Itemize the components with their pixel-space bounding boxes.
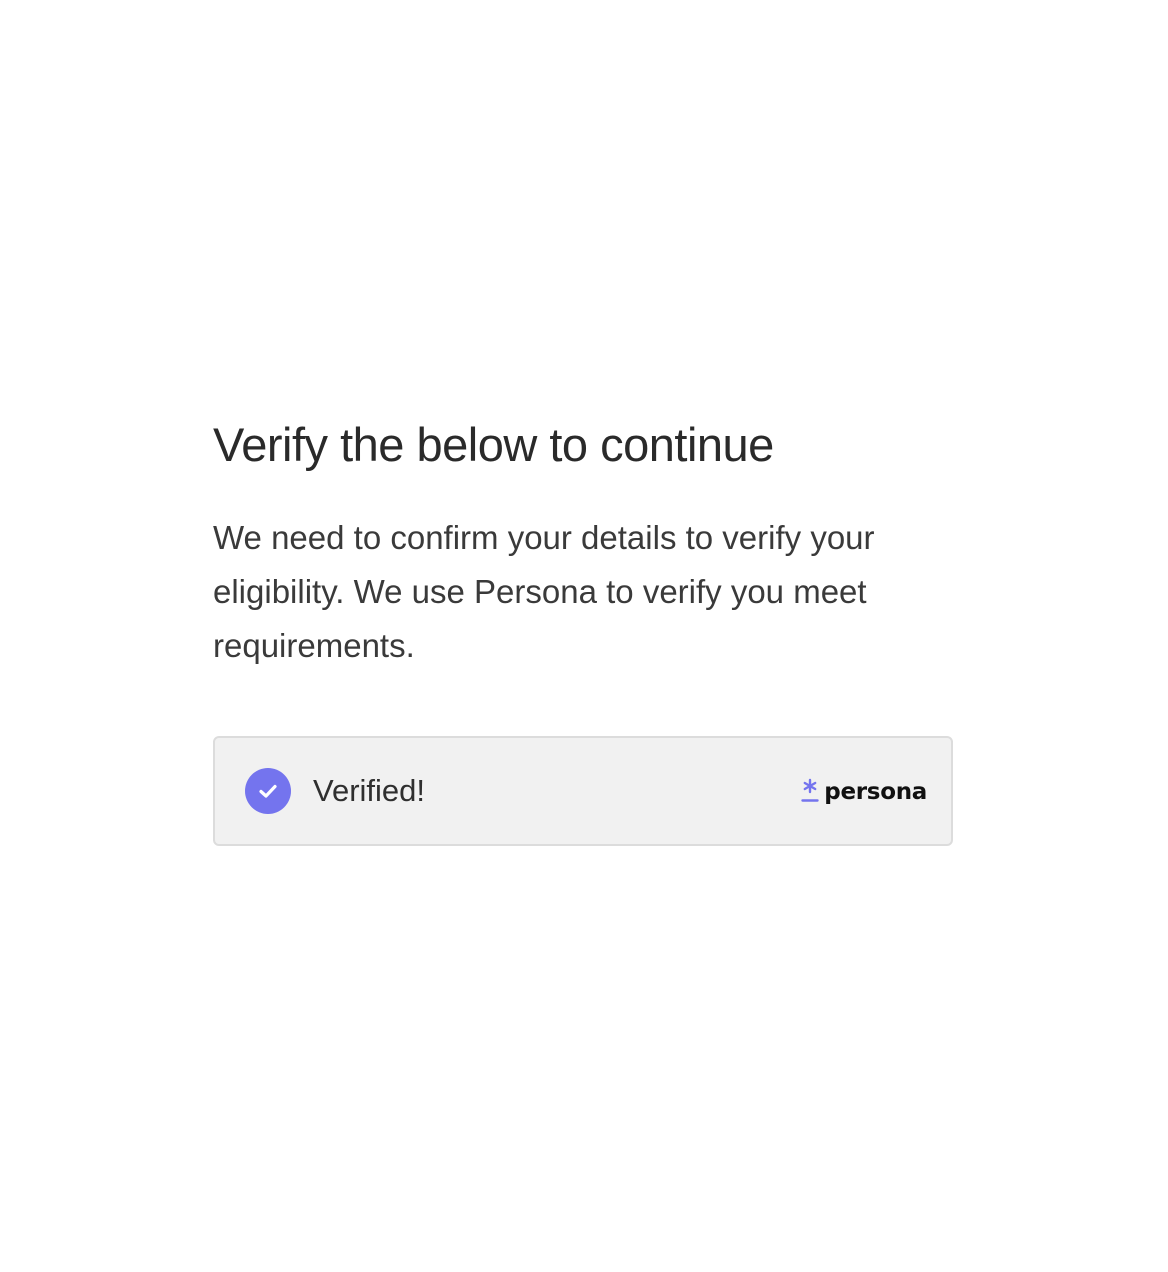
page-description: We need to confirm your details to verif… [213, 519, 875, 664]
check-circle-icon [245, 768, 291, 814]
persona-wordmark: persona [824, 779, 927, 805]
persona-asterisk-icon [801, 778, 819, 804]
verification-status-box: Verified! persona [213, 736, 953, 846]
page-title: Verify the below to continue [213, 418, 774, 471]
verification-status-label: Verified! [313, 773, 426, 808]
verification-section: Verify the below to continue We need to … [213, 412, 955, 846]
persona-logo: persona [801, 778, 927, 805]
